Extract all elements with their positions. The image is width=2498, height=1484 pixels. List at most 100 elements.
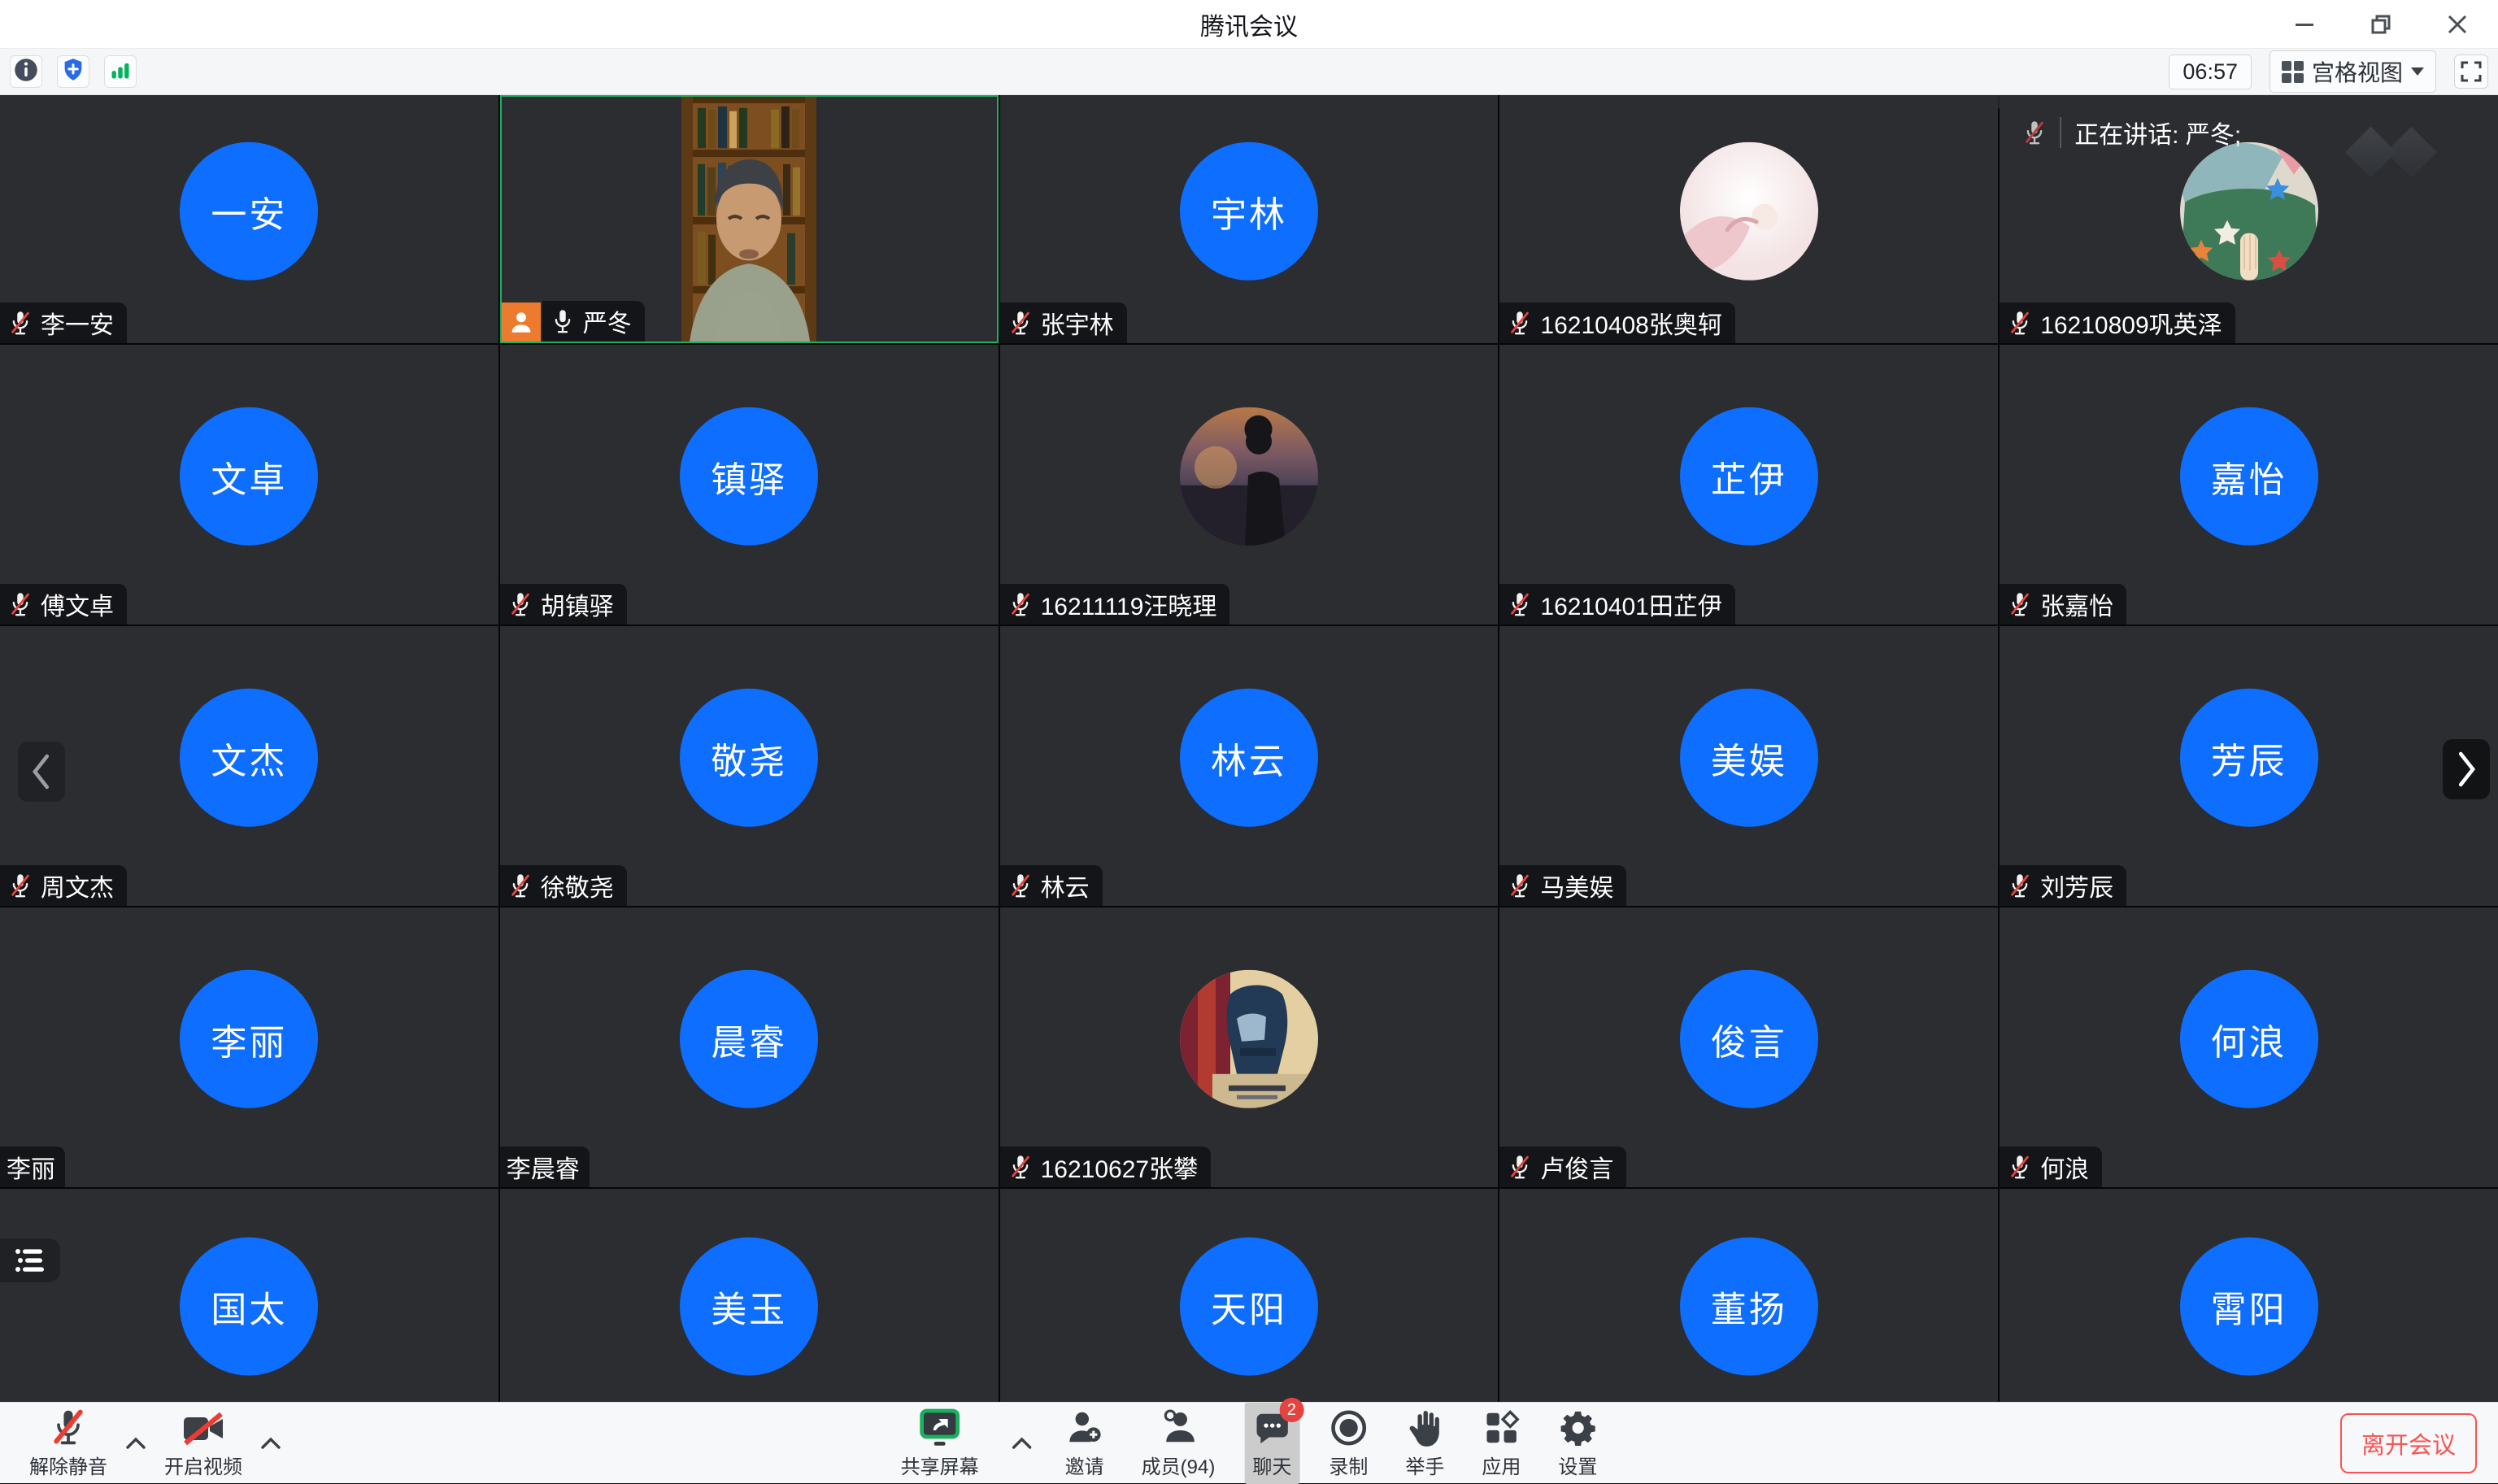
participant-name-label: 周文杰 (0, 865, 127, 906)
members-button[interactable]: 成员(94) (1134, 1403, 1224, 1484)
video-tile[interactable]: 芳辰 刘芳辰 (2000, 626, 2498, 906)
leave-meeting-button[interactable]: 离开会议 (2340, 1413, 2477, 1473)
avatar: 芷伊 (1680, 407, 1818, 546)
participant-name: 李晨睿 (507, 1149, 580, 1185)
video-tile[interactable]: 宇林 张宇林 (1000, 95, 1499, 343)
fullscreen-icon[interactable] (2454, 54, 2488, 89)
participant-name-label: 16210627张攀 (1000, 1147, 1211, 1187)
participant-name-label: 李丽 (0, 1147, 65, 1187)
participant-name-label: 林云 (1000, 865, 1103, 906)
mic-muted-icon (2008, 872, 2032, 899)
avatar: 文杰 (180, 689, 318, 827)
close-icon[interactable] (2431, 0, 2483, 49)
participant-name: 马美娱 (1540, 868, 1613, 903)
chevron-up-icon[interactable] (1012, 1436, 1033, 1451)
record-button[interactable]: 录制 (1321, 1403, 1376, 1484)
video-tile[interactable]: 李丽李丽 (0, 907, 498, 1187)
participant-list-button[interactable] (0, 1238, 60, 1282)
video-tile[interactable]: 董扬 (1499, 1189, 1998, 1402)
settings-button[interactable]: 设置 (1550, 1403, 1605, 1484)
video-tile[interactable]: 16210408张奥轲 (1499, 95, 1998, 343)
video-tile[interactable]: 文卓 傅文卓 (0, 345, 498, 624)
video-tile[interactable]: 美玉 (500, 1189, 999, 1402)
participant-name: 16211119汪晓理 (1041, 586, 1217, 622)
mic-muted-icon (8, 309, 33, 337)
avatar: 宇林 (1180, 141, 1318, 280)
mic-muted-icon (2008, 309, 2032, 337)
video-tile[interactable]: 霄阳 (2000, 1189, 2498, 1402)
participant-name-label: 16211119汪晓理 (1000, 584, 1230, 624)
next-page-button[interactable] (2443, 739, 2490, 799)
participant-name: 周文杰 (41, 868, 114, 903)
video-tile[interactable]: 一安 李一安 (0, 95, 498, 343)
apps-button[interactable]: 应用 (1473, 1403, 1529, 1484)
mic-muted-icon (508, 590, 533, 618)
mic-muted-icon (1508, 872, 1532, 899)
grid-view-icon (2282, 61, 2304, 83)
video-tile[interactable]: 俊言 卢俊言 (1499, 907, 1998, 1187)
mic-muted-icon (1508, 590, 1532, 618)
participant-name-label: 徐敬尧 (500, 865, 627, 906)
video-tile[interactable]: 林云 林云 (1000, 626, 1499, 906)
tool-label: 共享屏幕 (901, 1451, 979, 1479)
info-icon (14, 58, 38, 86)
video-tile[interactable]: 芷伊 16210401田芷伊 (1499, 345, 1998, 624)
video-tile[interactable]: 严冬 (500, 95, 999, 343)
video-tile[interactable]: 16210627张攀 (1000, 907, 1499, 1187)
tool-label: 举手 (1405, 1451, 1444, 1479)
video-tile[interactable]: 天阳 (1000, 1189, 1499, 1402)
video-tile[interactable]: 镇驿 胡镇驿 (500, 345, 999, 624)
network-signal-button[interactable] (104, 55, 137, 88)
participant-name: 李丽 (7, 1149, 55, 1185)
avatar (1180, 970, 1318, 1108)
invite-button[interactable]: 邀请 (1057, 1403, 1112, 1484)
restore-button[interactable] (2355, 0, 2407, 49)
layout-view-selector[interactable]: 宫格视图 (2270, 50, 2436, 93)
video-tile[interactable]: 国太 (0, 1189, 498, 1402)
video-tile[interactable]: 文杰 周文杰 (0, 626, 498, 906)
invite-icon (1066, 1408, 1103, 1447)
video-tile[interactable]: 16211119汪晓理 (1000, 345, 1499, 624)
participant-name-label: 何浪 (2000, 1147, 2102, 1187)
window-title-bar: 腾讯会议 (0, 0, 2498, 49)
chevron-up-icon[interactable] (260, 1436, 281, 1451)
share-screen-icon (919, 1408, 961, 1447)
tool-label: 邀请 (1065, 1451, 1104, 1479)
window-controls (2278, 0, 2483, 49)
video-tile[interactable]: 晨睿李晨睿 (500, 907, 999, 1187)
mic-muted-icon (1008, 590, 1033, 618)
participant-name-label: 胡镇驿 (500, 584, 627, 624)
chevron-up-icon[interactable] (125, 1436, 146, 1451)
record-icon (1330, 1408, 1367, 1447)
avatar: 俊言 (1680, 970, 1818, 1108)
participant-name: 严冬 (583, 303, 632, 339)
video-tile[interactable]: 嘉怡 张嘉怡 (2000, 345, 2498, 624)
chat-icon: 2 (1253, 1408, 1290, 1447)
participant-name: 16210809巩英泽 (2040, 305, 2222, 341)
start-video-button[interactable]: 开启视频 (156, 1403, 250, 1484)
avatar: 董扬 (1680, 1238, 1818, 1376)
tool-label: 设置 (1558, 1451, 1597, 1479)
video-tile[interactable]: 何浪 何浪 (2000, 907, 2498, 1187)
apps-icon (1482, 1408, 1520, 1447)
network-signal-icon (109, 59, 132, 85)
unmute-button[interactable]: 解除静音 (21, 1403, 115, 1484)
avatar: 何浪 (2180, 970, 2318, 1108)
divider (2060, 117, 2061, 148)
participant-name: 16210408张奥轲 (1540, 305, 1721, 341)
chevron-down-icon (2411, 67, 2424, 76)
avatar (2180, 141, 2318, 280)
video-tile[interactable]: 16210809巩英泽 正在讲话: 严冬; (2000, 95, 2498, 343)
video-tile[interactable]: 敬尧 徐敬尧 (500, 626, 999, 906)
raise-hand-button[interactable]: 举手 (1397, 1403, 1452, 1484)
chat-button[interactable]: 2聊天 (1244, 1403, 1299, 1484)
participant-name-label: 李晨睿 (500, 1147, 590, 1187)
gear-icon (1559, 1408, 1596, 1447)
share-screen-button[interactable]: 共享屏幕 (893, 1403, 987, 1484)
video-tile[interactable]: 美娱 马美娱 (1499, 626, 1998, 906)
prev-page-button[interactable] (18, 742, 65, 802)
mic-muted-icon (2008, 590, 2032, 618)
minimize-button[interactable] (2278, 0, 2330, 49)
shield-protect-button[interactable] (57, 55, 89, 88)
info-button[interactable] (10, 55, 42, 88)
